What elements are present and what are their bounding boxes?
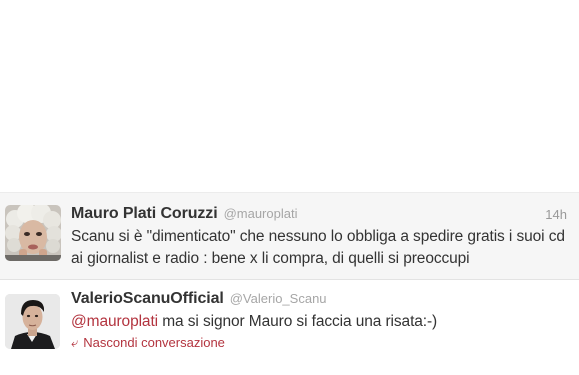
tweet-text-body: ma si signor Mauro si faccia una risata:…	[158, 313, 438, 330]
tweet-author-name[interactable]: ValerioScanuOfficial	[71, 290, 224, 307]
avatar-curly-white-hair-icon	[5, 205, 61, 261]
avatar[interactable]	[5, 294, 60, 349]
tweet-author-username[interactable]: @Valerio_Scanu	[230, 291, 327, 306]
avatar[interactable]	[5, 205, 61, 261]
tweet-text: Scanu si è "dimenticato" che nessuno lo …	[71, 228, 565, 267]
mention-link[interactable]: @mauroplati	[71, 313, 158, 330]
tweet[interactable]: Mauro Plati Coruzzi @mauroplati 14h Scanu…	[0, 192, 579, 280]
hide-conversation-link[interactable]: ⤶ Nascondi conversazione	[71, 335, 225, 351]
tweet[interactable]: ValerioScanuOfficial @Valerio_Scanu @maur…	[0, 280, 579, 375]
tweet-timestamp[interactable]: 14h	[545, 207, 567, 222]
avatar-dark-hair-man-icon	[5, 294, 60, 349]
tweet-author-name[interactable]: Mauro Plati Coruzzi	[71, 205, 218, 222]
tweet-author-username[interactable]: @mauroplati	[224, 206, 298, 221]
tweet-header: Mauro Plati Coruzzi @mauroplati	[71, 205, 297, 223]
reply-arrow-icon: ⤶	[71, 335, 79, 350]
tweet-header: ValerioScanuOfficial @Valerio_Scanu	[71, 290, 327, 308]
hide-conversation-label: Nascondi conversazione	[83, 335, 225, 350]
tweet-text: @mauroplati ma si signor Mauro si faccia…	[71, 311, 571, 333]
conversation-thread: Mauro Plati Coruzzi @mauroplati 14h Scanu…	[0, 192, 579, 375]
page: Mauro Plati Coruzzi @mauroplati 14h Scanu…	[0, 0, 579, 375]
